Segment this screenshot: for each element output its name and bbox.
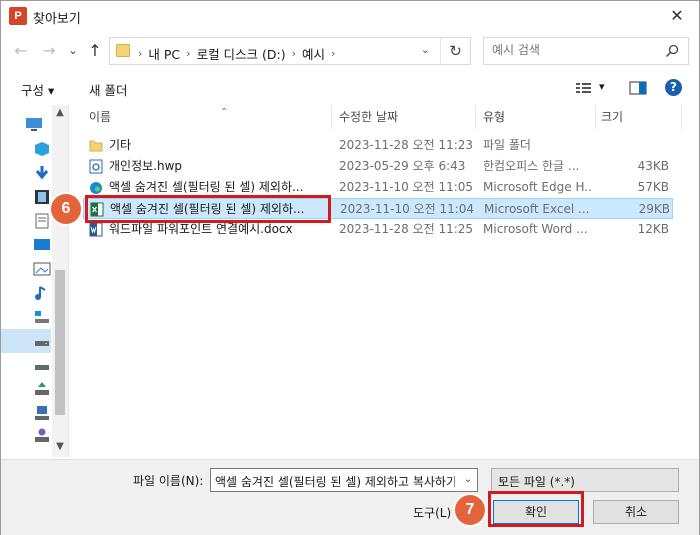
view-options-button[interactable] (575, 77, 595, 99)
chevron-right-icon: › (138, 47, 143, 60)
help-icon: ? (665, 79, 682, 96)
file-date: 2023-11-10 오전 11:05 (339, 180, 474, 194)
organize-menu[interactable]: 구성 ▾ (21, 80, 54, 99)
folder-icon (89, 140, 103, 152)
column-label-name: 이름 (89, 110, 112, 124)
cancel-button[interactable]: 취소 (593, 500, 679, 524)
network-drive-icon[interactable] (33, 405, 51, 421)
windows-drive-icon[interactable] (33, 309, 51, 325)
navigation-bar: ← → ⌄ ↑ › 내 PC › 로컬 디스크 (D:) › 예시 › ⌄ ↻ (1, 33, 699, 69)
chevron-right-icon[interactable]: › (331, 47, 335, 60)
dialog-footer: 파일 이름(N): 액셀 숨겨진 셀(필터링 된 셀) 제외하고 복사하기 ⌄ … (1, 459, 699, 535)
up-button[interactable]: ↑ (85, 41, 105, 61)
downloads-icon[interactable] (33, 165, 51, 181)
address-bar[interactable]: › 내 PC › 로컬 디스크 (D:) › 예시 › ⌄ ↻ (109, 37, 471, 65)
step-badge-7: 7 (455, 495, 485, 525)
nav-pane-scrollbar[interactable]: ▲ ▼ (52, 105, 68, 457)
sort-ascending-icon: ⌃ (220, 107, 229, 118)
filetype-select[interactable]: 모든 파일 (*.*) ⌄ (491, 468, 679, 492)
file-type: 파일 폴더 (483, 138, 531, 152)
file-name: 기타 (109, 138, 132, 152)
search-input[interactable] (492, 43, 652, 57)
folder-icon (116, 44, 130, 57)
command-bar: 구성 ▾ 새 폴더 ▾ ? (1, 73, 699, 103)
navigation-pane: ▲ ▼ (1, 105, 69, 457)
highlight-box-file (85, 195, 331, 223)
file-size: 57KB (637, 180, 669, 194)
scroll-down-arrow-icon[interactable]: ▼ (52, 441, 68, 455)
preview-pane-button[interactable] (629, 77, 649, 99)
file-date: 2023-05-29 오후 6:43 (339, 159, 466, 173)
file-row-hwp[interactable]: 개인정보.hwp 2023-05-29 오후 6:43 한컴오피스 한글 ...… (83, 156, 673, 177)
tools-menu[interactable]: 도구(L) (413, 504, 451, 521)
hwp-file-icon (89, 159, 103, 174)
documents-icon[interactable] (33, 213, 51, 229)
chevron-down-icon[interactable]: ⌄ (459, 469, 477, 491)
this-pc-icon[interactable] (25, 117, 43, 133)
scrollbar-thumb[interactable] (55, 270, 65, 415)
help-button[interactable]: ? (665, 77, 685, 99)
refresh-button[interactable]: ↻ (440, 38, 470, 64)
file-list: 이름 ⌃ 수정한 날짜 유형 크기 기타 2023-11-28 오전 11:23… (71, 105, 699, 457)
column-header-type[interactable]: 유형 (483, 105, 593, 129)
file-date: 2023-11-28 오전 11:25 (339, 222, 474, 236)
desktop-icon[interactable] (33, 237, 51, 253)
file-type: 한컴오피스 한글 ... (483, 159, 580, 173)
usb-drive-icon[interactable] (33, 381, 51, 397)
user-drive-icon[interactable] (33, 427, 51, 443)
3d-objects-icon[interactable] (33, 141, 51, 157)
breadcrumb: › 내 PC › 로컬 디스크 (D:) › 예시 › (138, 44, 335, 63)
chevron-down-icon[interactable]: ⌄ (498, 473, 674, 484)
file-name: 개인정보.hwp (109, 159, 183, 173)
search-box[interactable] (483, 37, 689, 65)
scroll-up-arrow-icon[interactable]: ▲ (52, 107, 68, 121)
details-view-icon (576, 83, 591, 93)
word-file-icon (89, 222, 103, 237)
filename-label: 파일 이름(N): (133, 474, 204, 488)
recent-locations-button[interactable]: ⌄ (63, 41, 83, 61)
title-bar: P 찾아보기 ✕ (1, 1, 699, 31)
file-size: 29KB (638, 202, 670, 216)
view-dropdown-chevron[interactable]: ▾ (599, 80, 605, 93)
chevron-right-icon[interactable]: › (292, 47, 296, 60)
step-badge-6: 6 (51, 194, 81, 224)
forward-button[interactable]: → (39, 41, 59, 61)
filename-input[interactable]: 액셀 숨겨진 셀(필터링 된 셀) 제외하고 복사하기 (215, 473, 455, 490)
window-title: 찾아보기 (33, 12, 81, 27)
file-size: 12KB (637, 222, 669, 236)
close-button[interactable]: ✕ (665, 5, 689, 27)
browse-dialog: P 찾아보기 ✕ ← → ⌄ ↑ › 내 PC › 로컬 디스크 (D:) › … (0, 0, 700, 535)
column-header-size[interactable]: 크기 (601, 105, 681, 129)
chevron-down-icon[interactable]: ⌄ (421, 43, 430, 56)
local-disk-d-icon[interactable] (33, 335, 51, 351)
search-icon (665, 44, 679, 58)
breadcrumb-item-folder[interactable]: 예시 (302, 44, 325, 63)
drive-icon[interactable] (33, 359, 51, 375)
file-size: 43KB (637, 159, 669, 173)
column-header-date[interactable]: 수정한 날짜 (339, 105, 475, 129)
file-row-folder[interactable]: 기타 2023-11-28 오전 11:23 파일 폴더 (83, 135, 673, 156)
preview-pane-icon (629, 81, 647, 95)
breadcrumb-item-pc[interactable]: 내 PC (148, 44, 180, 63)
videos-icon[interactable] (33, 189, 51, 205)
pictures-icon[interactable] (33, 261, 51, 277)
filename-combobox[interactable]: 액셀 숨겨진 셀(필터링 된 셀) 제외하고 복사하기 ⌄ (210, 468, 478, 492)
edge-file-icon (90, 182, 102, 194)
file-type: Microsoft Word ... (483, 222, 588, 236)
chevron-right-icon[interactable]: › (186, 47, 190, 60)
powerpoint-app-icon: P (9, 7, 27, 25)
breadcrumb-item-drive[interactable]: 로컬 디스크 (D:) (197, 44, 286, 63)
music-icon[interactable] (33, 285, 51, 301)
new-folder-button[interactable]: 새 폴더 (89, 80, 127, 99)
highlight-box-ok (488, 491, 584, 527)
file-type: Microsoft Edge H... (483, 180, 593, 194)
column-header-name[interactable]: 이름 ⌃ (89, 105, 329, 129)
back-button[interactable]: ← (11, 41, 31, 61)
file-date: 2023-11-28 오전 11:23 (339, 138, 474, 152)
file-date: 2023-11-10 오전 11:04 (340, 202, 475, 216)
file-type: Microsoft Excel ... (484, 202, 590, 216)
